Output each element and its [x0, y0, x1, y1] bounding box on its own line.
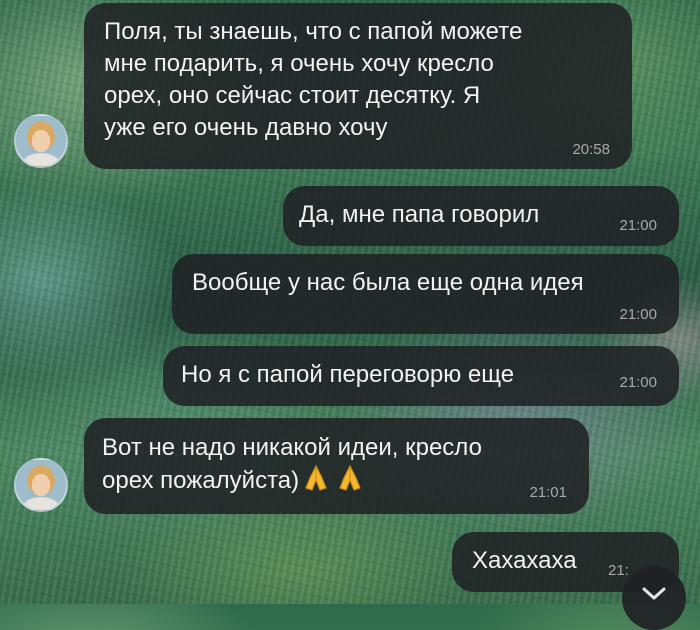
- message-time: 21:00: [619, 217, 657, 234]
- message-text: Вот не надо никакой идеи, кресло орех по…: [102, 434, 482, 494]
- folded-hands-icon: [339, 464, 361, 491]
- message-bubble-incoming[interactable]: Вот не надо никакой идеи, кресло орех по…: [84, 418, 589, 514]
- folded-hands-icon: [305, 464, 327, 491]
- chevron-down-icon: [642, 587, 666, 600]
- message-bubble-incoming[interactable]: Поля, ты знаешь, что с папой можете мне …: [84, 3, 632, 169]
- scroll-down-button[interactable]: [622, 566, 686, 630]
- message-text: Поля, ты знаешь, что с папой можете мне …: [104, 18, 523, 141]
- message-text: Но я с папой переговорю еще: [181, 361, 515, 388]
- message-time: 21:00: [619, 306, 657, 323]
- message-text: Вообще у нас была еще одна идея: [192, 269, 584, 296]
- message-bubble-outgoing[interactable]: Да, мне папа говорил 21:00: [283, 186, 679, 246]
- message-time: 21:00: [619, 374, 657, 391]
- avatar[interactable]: [14, 458, 68, 512]
- message-bubble-outgoing[interactable]: Вообще у нас была еще одна идея 21:00: [172, 254, 679, 334]
- message-bubble-outgoing[interactable]: Но я с папой переговорю еще 21:00: [163, 346, 679, 406]
- emoji-group: [303, 464, 363, 501]
- message-time: 21:01: [529, 484, 567, 501]
- message-time: 20:58: [572, 141, 610, 158]
- message-time: 21:: [608, 562, 629, 579]
- avatar[interactable]: [14, 114, 68, 168]
